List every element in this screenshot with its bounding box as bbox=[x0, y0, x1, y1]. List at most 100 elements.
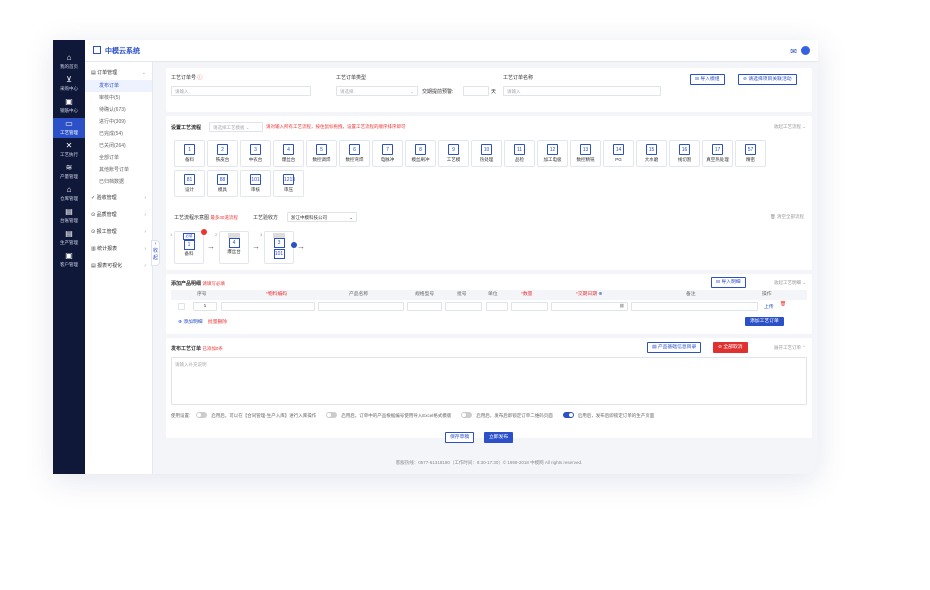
remark-input[interactable] bbox=[631, 302, 758, 311]
import-module-button[interactable]: ⊟ 导入模组 bbox=[690, 74, 725, 85]
home-icon: ⌂ bbox=[66, 53, 72, 62]
process-item[interactable]: 14 PG bbox=[603, 140, 634, 167]
cancel-all-button[interactable]: ⊘ 全部取消 bbox=[713, 342, 748, 353]
table-header-cell: 批号 bbox=[457, 290, 467, 300]
process-item[interactable]: 1213 审压 bbox=[273, 170, 304, 197]
rail-item-1[interactable]: ⊻ 采购中心 bbox=[53, 74, 85, 94]
mail-icon[interactable]: ✉ bbox=[790, 47, 797, 56]
top-icons: ✉ bbox=[790, 46, 810, 56]
spec-input[interactable] bbox=[407, 302, 442, 311]
process-item[interactable]: 5 数控调焊 bbox=[306, 140, 337, 167]
collapse-sidebar-button[interactable]: ‹ 收起 bbox=[151, 240, 160, 266]
batch-input[interactable] bbox=[445, 302, 482, 311]
rail-item-label: 工艺执行 bbox=[60, 152, 78, 157]
submenu-group[interactable]: ✓ 验收管理 › bbox=[85, 191, 152, 205]
process-item[interactable]: 12 加工电极 bbox=[537, 140, 568, 167]
table-header-cell: 序号 bbox=[197, 290, 207, 300]
product-catalog-button[interactable]: ▤ 产品基础信息目录 bbox=[647, 342, 702, 353]
clear-flow-link[interactable]: 🗑 清空全部流程 bbox=[770, 214, 804, 220]
publish-button[interactable]: 立即发布 bbox=[484, 432, 514, 443]
process-item[interactable]: 88 模具 bbox=[207, 170, 238, 197]
delivery-date-input[interactable]: ▦ bbox=[551, 302, 628, 311]
process-item[interactable]: 9 工艺模 bbox=[438, 140, 469, 167]
submenu-item[interactable]: 已完成(54) bbox=[85, 128, 152, 140]
process-item[interactable]: 10 热处理 bbox=[471, 140, 502, 167]
process-item[interactable]: 8 模丝刷冲 bbox=[405, 140, 436, 167]
process-item[interactable]: 16 线切割 bbox=[669, 140, 700, 167]
submenu-item[interactable]: 已归档数据 bbox=[85, 176, 152, 188]
save-draft-button[interactable]: 保存草稿 bbox=[445, 432, 475, 443]
setting-toggle[interactable] bbox=[461, 412, 473, 418]
receiver-select[interactable]: 浙江中模科技公司 ⌄ bbox=[287, 212, 357, 222]
process-item[interactable]: 7 电脉冲 bbox=[372, 140, 403, 167]
rail-item-0[interactable]: ⌂ 我的首页 bbox=[53, 52, 85, 72]
process-item[interactable]: 6 数控弯焊 bbox=[339, 140, 370, 167]
rail-item-5[interactable]: ≋ 产量管理 bbox=[53, 162, 85, 182]
link-project-button[interactable]: ⊘ 请选择项目关联活动 bbox=[738, 74, 797, 85]
avatar[interactable] bbox=[801, 46, 810, 55]
rail-item-3[interactable]: ▭ 工艺管理 bbox=[53, 118, 85, 138]
order-name-input[interactable]: 请输入 bbox=[503, 86, 661, 96]
delivery-unit: 天 bbox=[491, 89, 497, 95]
process-item[interactable]: 81 设计 bbox=[174, 170, 205, 197]
process-item-number: 12 bbox=[547, 144, 558, 155]
rail-item-6[interactable]: ⌂ 仓库管理 bbox=[53, 184, 85, 204]
collapse-detail-link[interactable]: 收起工艺明细 ⌄ bbox=[774, 280, 806, 286]
submenu-item[interactable]: 已关闭(264) bbox=[85, 140, 152, 152]
expand-order-link[interactable]: 展开工艺订单 ⌃ bbox=[774, 345, 806, 351]
material-code-input[interactable] bbox=[221, 302, 315, 311]
submenu-group[interactable]: ▥ 统计报表 › bbox=[85, 242, 152, 256]
submenu-item[interactable]: 其他账号订单 bbox=[85, 164, 152, 176]
process-item[interactable]: 13 数控精铣 bbox=[570, 140, 601, 167]
submenu-group[interactable]: ▤ 报表可视化 › bbox=[85, 259, 152, 273]
submenu-item[interactable]: 审核中(5) bbox=[85, 92, 152, 104]
add-detail-link[interactable]: ⊕ 添加明细 批量删除 bbox=[178, 318, 227, 325]
process-item[interactable]: 4 爆丝台 bbox=[273, 140, 304, 167]
delivery-days-input[interactable] bbox=[463, 86, 489, 96]
unit-input[interactable] bbox=[486, 302, 508, 311]
setting-toggle[interactable] bbox=[326, 412, 338, 418]
order-type-select[interactable]: 请选择 ⌄ bbox=[336, 86, 418, 96]
submenu-group-order[interactable]: ▤ 订单管理 ⌄ bbox=[85, 66, 152, 80]
process-item-name: 热处理 bbox=[479, 157, 494, 162]
rail-item-4[interactable]: ✕ 工艺执行 bbox=[53, 140, 85, 160]
row-checkbox[interactable] bbox=[178, 303, 185, 310]
table-header-cell: 备注 bbox=[686, 290, 696, 300]
upload-link[interactable]: 上传 bbox=[764, 303, 774, 310]
submenu-item[interactable]: 进行中(309) bbox=[85, 116, 152, 128]
setting-toggle[interactable] bbox=[562, 412, 574, 418]
flow-node[interactable]: 2 4 爆丝台 bbox=[215, 231, 249, 264]
remove-dot-icon[interactable] bbox=[201, 229, 207, 235]
header-text: 操作 bbox=[762, 292, 772, 297]
process-item[interactable]: 11 品检 bbox=[504, 140, 535, 167]
setting-toggle[interactable] bbox=[196, 412, 208, 418]
process-item[interactable]: 101 审核 bbox=[240, 170, 271, 197]
add-circle-icon[interactable]: ⊕ bbox=[597, 292, 602, 297]
delete-icon[interactable]: 🗑 bbox=[780, 302, 786, 307]
submenu-item[interactable]: 发布订单 bbox=[85, 80, 152, 92]
flow-node[interactable]: 1 必填 1 备料 bbox=[170, 231, 204, 264]
process-item[interactable]: 2 铁皮台 bbox=[207, 140, 238, 167]
rail-item-9[interactable]: ▣ 客户管理 bbox=[53, 250, 85, 270]
order-no-input[interactable]: 请输入 bbox=[171, 86, 311, 96]
submenu-item[interactable]: 全部订单 bbox=[85, 152, 152, 164]
rail-item-2[interactable]: ▣ 钢筋中心 bbox=[53, 96, 85, 116]
flow-node[interactable]: 3 3 101 bbox=[260, 231, 294, 264]
process-item[interactable]: 15 大水磨 bbox=[636, 140, 667, 167]
add-process-order-button[interactable]: 添加工艺订单 bbox=[745, 317, 784, 326]
rail-item-7[interactable]: ▤ 台账管理 bbox=[53, 206, 85, 226]
remark-textarea[interactable]: 请输入补充说明 bbox=[171, 357, 807, 405]
process-item[interactable]: 3 中农台 bbox=[240, 140, 271, 167]
process-item[interactable]: 1 备料 bbox=[174, 140, 205, 167]
submenu-group[interactable]: ⊙ 报工管理 › bbox=[85, 225, 152, 239]
process-item[interactable]: 57 精密 bbox=[735, 140, 766, 167]
collapse-process-link[interactable]: 收起工艺流程 ⌄ bbox=[774, 124, 806, 130]
submenu-item[interactable]: 待确认(673) bbox=[85, 104, 152, 116]
quantity-input[interactable] bbox=[511, 302, 548, 311]
process-template-select[interactable]: 请选择工艺模板 ⌄ bbox=[209, 122, 263, 132]
process-item[interactable]: 17 真空热处理 bbox=[702, 140, 733, 167]
submenu-group[interactable]: ⊙ 品质管理 › bbox=[85, 208, 152, 222]
rail-item-8[interactable]: ▤ 生产管理 bbox=[53, 228, 85, 248]
product-name-input[interactable] bbox=[318, 302, 404, 311]
import-detail-button[interactable]: ⊟ 导入明细 bbox=[711, 277, 746, 288]
